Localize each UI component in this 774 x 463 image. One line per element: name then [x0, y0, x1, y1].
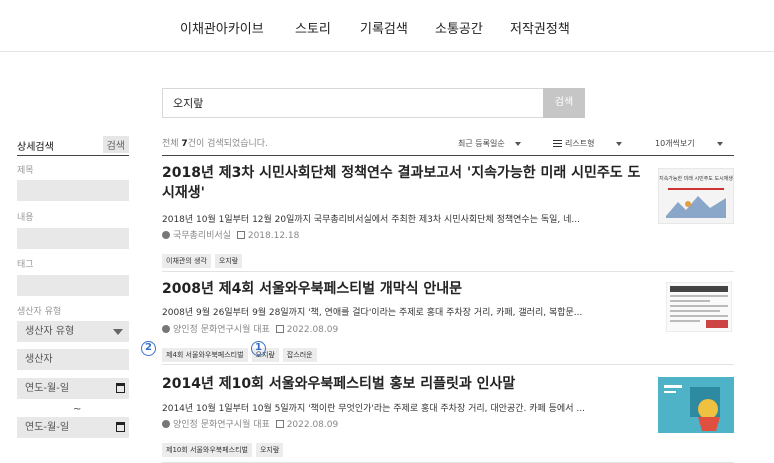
nav-item-story[interactable]: 스토리: [295, 18, 331, 37]
person-icon: [162, 325, 170, 333]
date-range-separator: ~: [73, 404, 82, 415]
tag[interactable]: 제10회 서울와우북페스티벌: [162, 443, 252, 457]
result-item: 2008년 제4회 서울와우북페스티벌 개막식 안내문 2008년 9월 26일…: [162, 272, 734, 365]
detail-search-header: 상세검색 검색: [17, 136, 129, 156]
chevron-down-icon: [514, 141, 521, 146]
producer-type-select[interactable]: 생산자 유형: [17, 321, 129, 342]
sort-select[interactable]: 최근 등록일순: [458, 138, 521, 149]
result-date: 2022.08.09: [286, 420, 339, 430]
chevron-down-icon: [716, 141, 723, 146]
result-date: 2022.08.09: [286, 325, 339, 335]
date-to-placeholder: 연도-월-일: [25, 422, 70, 433]
result-author: 국무총리비서실: [173, 231, 231, 241]
thumbnail-caption: 지속가능한 미래 시민주도 도시재생: [659, 175, 733, 182]
result-item: 2014년 제10회 서울와우북페스티벌 홍보 리플릿과 인사말 2014년 1…: [162, 365, 734, 463]
view-select[interactable]: 리스트형: [553, 138, 623, 149]
result-thumbnail[interactable]: [666, 282, 732, 332]
result-meta: 국무총리비서실 2018.12.18: [162, 228, 299, 241]
nav-item-copyright[interactable]: 저작권정책: [510, 18, 570, 37]
title-field[interactable]: [17, 180, 129, 201]
search-input[interactable]: [162, 88, 543, 118]
tag-field[interactable]: [17, 275, 129, 296]
detail-search-button[interactable]: 검색: [102, 136, 129, 153]
result-description: 2008년 9월 26일부터 9월 28일까지 '책, 연애를 걸다'이라는 주…: [162, 308, 583, 318]
annotation-marker-1: 1: [251, 341, 266, 356]
result-thumbnail[interactable]: 지속가능한 미래 시민주도 도시재생: [658, 168, 734, 224]
result-date: 2018.12.18: [247, 231, 300, 241]
calendar-icon[interactable]: [116, 383, 125, 393]
nav-item-community[interactable]: 소통공간: [435, 18, 483, 37]
detail-search-title: 상세검색: [17, 142, 54, 153]
date-from-field[interactable]: 연도-월-일: [17, 378, 129, 399]
producer-placeholder: 생산자: [25, 354, 53, 365]
search-button[interactable]: 검색: [543, 88, 585, 118]
result-count: 전체 7건이 검색되었습니다.: [162, 139, 268, 149]
producer-type-label: 생산자 유형: [17, 307, 62, 317]
calendar-icon: [275, 325, 284, 333]
annotation-marker-2: 2: [141, 341, 156, 356]
result-description: 2018년 10월 1일부터 12월 20일까지 국무총리비서실에서 주최한 제…: [162, 215, 580, 225]
chevron-down-icon: [616, 141, 623, 146]
date-from-placeholder: 연도-월-일: [25, 383, 70, 394]
producer-type-value: 생산자 유형: [25, 326, 75, 337]
top-nav: 이채관아카이브 스토리 기록검색 소통공간 저작권정책: [0, 0, 774, 52]
nav-item-archive[interactable]: 이채관아카이브: [180, 18, 264, 37]
tag[interactable]: 오지랖: [214, 254, 243, 268]
list-icon: [553, 140, 562, 147]
result-description: 2014년 10월 1일부터 10월 5일까지 '책이란 무엇인가'라는 주제로…: [162, 404, 585, 414]
tag[interactable]: 이채관의 생각: [162, 254, 211, 268]
result-meta: 양인정 문화연구시월 대표 2022.08.09: [162, 322, 338, 335]
calendar-icon: [275, 420, 284, 428]
per-page-select[interactable]: 10개씩보기: [655, 138, 723, 149]
result-author: 양인정 문화연구시월 대표: [173, 325, 270, 335]
result-title[interactable]: 2018년 제3차 시민사회단체 정책연수 결과보고서 '지속가능한 미래 시민…: [162, 163, 652, 203]
date-to-field[interactable]: 연도-월-일: [17, 417, 129, 438]
tag[interactable]: 잡스러운: [282, 348, 317, 362]
result-title[interactable]: 2014년 제10회 서울와우북페스티벌 홍보 리플릿과 인사말: [162, 374, 652, 394]
result-item: 2018년 제3차 시민사회단체 정책연수 결과보고서 '지속가능한 미래 시민…: [162, 160, 734, 272]
tag[interactable]: 오지랖: [255, 443, 284, 457]
calendar-icon: [236, 231, 245, 239]
title-label: 제목: [17, 166, 34, 176]
search-bar: 검색: [162, 88, 585, 118]
result-tags: 제10회 서울와우북페스티벌 오지랖: [162, 437, 287, 457]
result-title[interactable]: 2008년 제4회 서울와우북페스티벌 개막식 안내문: [162, 279, 652, 299]
nav-item-record-search[interactable]: 기록검색: [360, 18, 408, 37]
tag-label: 태그: [17, 260, 34, 270]
person-icon: [162, 231, 170, 239]
producer-field[interactable]: 생산자: [17, 349, 129, 370]
result-tags: 제4회 서울와우북페스티벌 오지랖 잡스러운: [162, 342, 321, 362]
result-tags: 이채관의 생각 오지랖: [162, 248, 246, 268]
tag[interactable]: 제4회 서울와우북페스티벌: [162, 348, 248, 362]
result-list-header: 전체 7건이 검색되었습니다. 최근 등록일순 리스트형 10개씩보기: [162, 136, 734, 156]
person-icon: [162, 420, 170, 428]
calendar-icon[interactable]: [116, 422, 125, 432]
content-label: 내용: [17, 213, 34, 223]
chevron-down-icon: [113, 329, 123, 335]
result-meta: 양인정 문화연구시월 대표 2022.08.09: [162, 417, 338, 430]
result-thumbnail[interactable]: [658, 377, 734, 433]
content-field[interactable]: [17, 228, 129, 249]
result-author: 양인정 문화연구시월 대표: [173, 420, 270, 430]
